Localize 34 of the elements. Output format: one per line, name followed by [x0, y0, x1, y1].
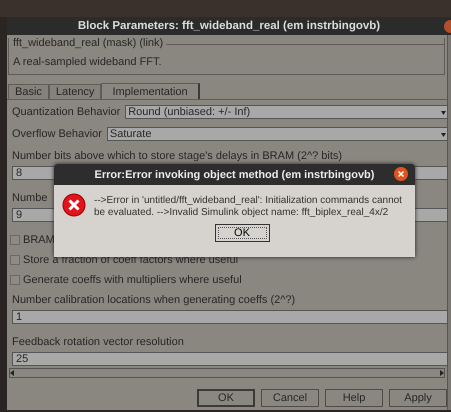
- field-label: Feedback rotation vector resolution: [12, 336, 184, 348]
- field-label: Overflow Behavior: [12, 128, 102, 140]
- dialog-title: Error:Error invoking object method (em instrbingovb): [94, 168, 374, 180]
- dialog-button[interactable]: OK: [197, 389, 255, 407]
- input-field[interactable]: 1: [12, 310, 447, 324]
- group-title: fft_wideband_real (mask) (link): [13, 37, 164, 49]
- field-label: Numbe: [12, 192, 48, 204]
- left-arrow-icon[interactable]: [10, 370, 14, 376]
- checkbox[interactable]: [10, 275, 20, 285]
- error-message: -->Error in 'untitled/fft_wideband_real': Initialization commands cannot be evaluated. -->Invalid Simulink object name: fft_biplex_real_4x/2: [94, 194, 403, 219]
- dropdown[interactable]: Saturate: [106, 126, 447, 140]
- checkbox[interactable]: [10, 255, 20, 265]
- dialog-button[interactable]: Help: [325, 389, 383, 407]
- dialog-button[interactable]: Cancel: [261, 389, 319, 407]
- dropdown[interactable]: Round (unbiased: +/- Inf): [125, 104, 447, 118]
- right-arrow-icon[interactable]: [440, 370, 444, 376]
- ok-button[interactable]: OK: [214, 224, 270, 242]
- error-icon: [62, 193, 86, 217]
- checkbox-label: BRAM: [23, 234, 55, 246]
- input-field[interactable]: 25: [12, 352, 447, 366]
- field-label: Number bits above which to store stage's delays in BRAM (2^? bits): [12, 150, 342, 162]
- field-label: Number calibration locations when generating coeffs (2^?): [12, 294, 296, 306]
- description: A real-sampled wideband FFT.: [13, 56, 163, 68]
- checkbox-label: Generate coeffs with multipliers where useful: [23, 274, 242, 286]
- close-icon[interactable]: [394, 167, 408, 181]
- dialog-button[interactable]: Apply: [389, 389, 447, 407]
- window-title: Block Parameters: fft_wideband_real (em instrbingovb): [78, 20, 380, 32]
- tab[interactable]: Latency: [48, 84, 102, 99]
- horizontal-scrollbar[interactable]: [9, 368, 445, 378]
- vertical-scrollbar[interactable]: [447, 35, 451, 410]
- tab[interactable]: Basic: [8, 84, 49, 99]
- tab[interactable]: Implementation: [101, 83, 200, 99]
- checkbox[interactable]: [10, 235, 20, 245]
- field-label: Quantization Behavior: [12, 106, 120, 118]
